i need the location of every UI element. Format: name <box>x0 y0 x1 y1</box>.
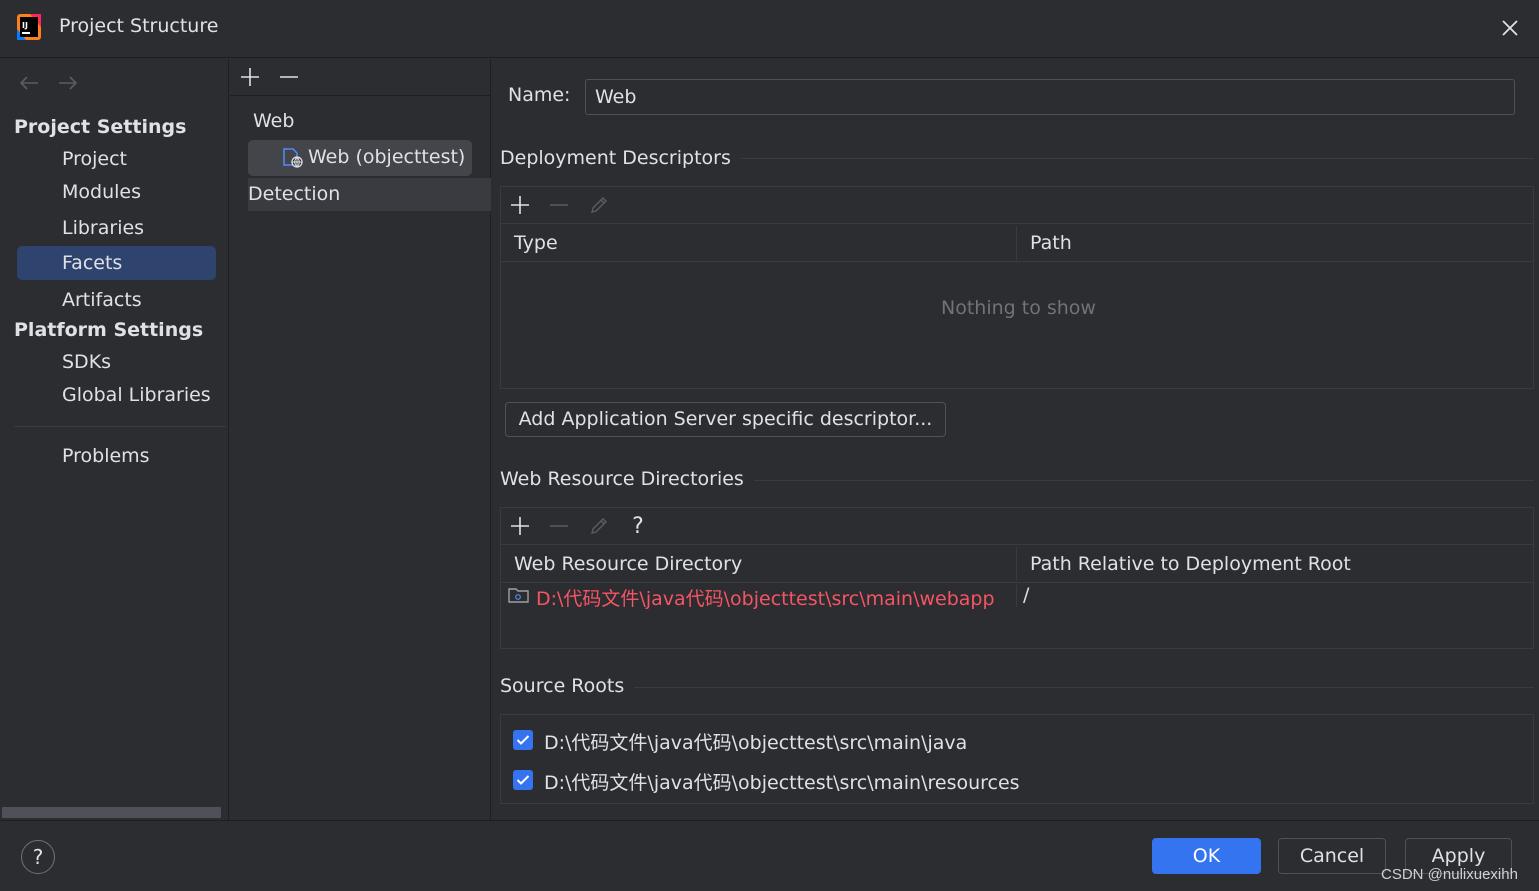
source-root-path: D:\代码文件\java代码\objecttest\src\main\java <box>544 732 968 754</box>
ok-button[interactable]: OK <box>1152 838 1261 874</box>
tree-node-web[interactable]: Web <box>253 110 294 132</box>
sidebar-item-libraries[interactable]: Libraries <box>17 211 216 245</box>
sidebar-divider <box>14 426 226 427</box>
edit-descriptor-button[interactable] <box>585 191 613 219</box>
checkbox-checked-icon[interactable] <box>513 770 533 790</box>
add-facet-button[interactable] <box>236 63 264 91</box>
sidebar-item-modules[interactable]: Modules <box>17 175 216 209</box>
column-header-web-resource-directory[interactable]: Web Resource Directory <box>500 545 1017 583</box>
close-icon <box>1502 20 1518 36</box>
remove-web-resource-button[interactable] <box>545 512 573 540</box>
sidebar-item-sdks[interactable]: SDKs <box>17 345 216 379</box>
cancel-button[interactable]: Cancel <box>1278 838 1386 874</box>
checkbox-checked-icon[interactable] <box>513 730 533 750</box>
title-bar <box>0 0 1539 58</box>
watermark: CSDN @nulixuexihh <box>1381 866 1518 883</box>
table-row[interactable]: D:\代码文件\java代码\objecttest\src\main\webap… <box>500 583 1534 610</box>
add-icon <box>511 517 529 535</box>
web-facet-icon <box>282 147 304 169</box>
header-divider <box>500 261 1534 262</box>
deployment-descriptors-title: Deployment Descriptors <box>500 147 741 169</box>
source-roots-title: Source Roots <box>500 675 635 697</box>
project-settings-header: Project Settings <box>14 116 187 138</box>
name-input[interactable] <box>585 79 1515 115</box>
remove-descriptor-button[interactable] <box>545 191 573 219</box>
sidebar-item-global-libraries[interactable]: Global Libraries <box>17 378 216 412</box>
edit-icon <box>591 197 607 213</box>
column-separator <box>1016 547 1017 581</box>
facet-details-panel <box>492 59 1539 820</box>
folder-icon <box>508 586 530 604</box>
add-icon <box>241 68 259 86</box>
sidebar-item-project[interactable]: Project <box>17 142 216 176</box>
remove-icon <box>550 204 568 206</box>
add-web-resource-button[interactable] <box>506 512 534 540</box>
add-icon <box>511 196 529 214</box>
column-header-type[interactable]: Type <box>500 224 1017 262</box>
section-divider <box>630 687 1534 688</box>
tree-node-detection[interactable]: Detection <box>248 178 491 211</box>
column-separator <box>1016 585 1017 607</box>
web-resource-toolbar <box>500 507 1534 545</box>
remove-facet-button[interactable] <box>275 63 303 91</box>
edit-web-resource-button[interactable] <box>585 512 613 540</box>
toolbar-divider <box>230 95 491 96</box>
empty-table-text: Nothing to show <box>941 297 1096 319</box>
close-button[interactable] <box>1494 12 1526 44</box>
platform-settings-header: Platform Settings <box>14 319 204 341</box>
help-button[interactable]: ? <box>21 840 55 874</box>
column-header-path[interactable]: Path <box>1016 224 1534 262</box>
sidebar-item-facets[interactable]: Facets <box>17 246 216 280</box>
column-header-relative-path[interactable]: Path Relative to Deployment Root <box>1016 545 1534 583</box>
edit-icon <box>591 518 607 534</box>
web-resource-directory-cell: D:\代码文件\java代码\objecttest\src\main\webap… <box>536 588 995 610</box>
sidebar-item-problems[interactable]: Problems <box>17 439 216 473</box>
web-resource-directories-title: Web Resource Directories <box>500 468 754 490</box>
add-server-descriptor-button[interactable]: Add Application Server specific descript… <box>505 402 946 437</box>
sidebar-scrollbar[interactable] <box>2 807 221 818</box>
window-title: Project Structure <box>59 15 219 37</box>
source-root-path: D:\代码文件\java代码\objecttest\src\main\resou… <box>544 772 1020 794</box>
remove-icon <box>280 76 298 78</box>
help-icon[interactable]: ? <box>624 512 652 540</box>
forward-arrow-icon <box>59 76 78 90</box>
forward-button[interactable] <box>55 70 81 96</box>
relative-path-cell: / <box>1023 584 1030 606</box>
deployment-toolbar <box>500 186 1534 224</box>
tree-node-web-facet[interactable]: Web (objecttest) <box>248 140 472 176</box>
remove-icon <box>550 525 568 527</box>
svg-text:IJ: IJ <box>22 21 28 30</box>
section-divider <box>746 480 1534 481</box>
back-arrow-icon <box>19 76 38 90</box>
facet-label: Web (objecttest) <box>308 146 466 168</box>
sidebar-item-artifacts[interactable]: Artifacts <box>17 283 216 317</box>
back-button[interactable] <box>16 70 42 96</box>
add-descriptor-icon-button[interactable] <box>506 191 534 219</box>
section-divider <box>730 158 1534 159</box>
app-logo-icon: IJ <box>16 13 42 41</box>
column-separator <box>1016 226 1017 260</box>
name-label: Name: <box>508 84 571 106</box>
